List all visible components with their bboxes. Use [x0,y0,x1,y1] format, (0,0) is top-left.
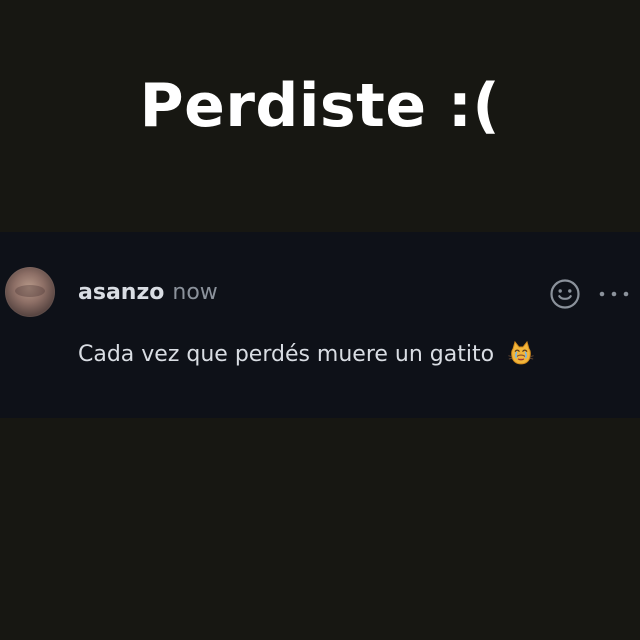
comment-timestamp: now [172,280,218,305]
comment-card: asanzo now Cada vez que perdés muere un … [0,232,640,418]
comment-header: asanzo now [78,276,218,310]
comment-author[interactable]: asanzo [78,276,164,310]
add-reaction-button[interactable] [548,278,582,312]
avatar[interactable] [5,267,55,317]
comment-text: Cada vez que perdés muere un gatito [78,342,495,367]
comment-body: Cada vez que perdés muere un gatito [78,338,535,372]
lose-screen: Perdiste :( asanzo now Cada vez que perd… [0,0,640,640]
more-options-icon [594,277,634,314]
page-title: Perdiste :( [139,71,501,141]
crying-cat-face-icon [507,339,535,367]
avatar-shade [15,285,45,297]
smiley-reaction-icon [548,277,582,314]
more-options-button[interactable] [594,278,634,312]
